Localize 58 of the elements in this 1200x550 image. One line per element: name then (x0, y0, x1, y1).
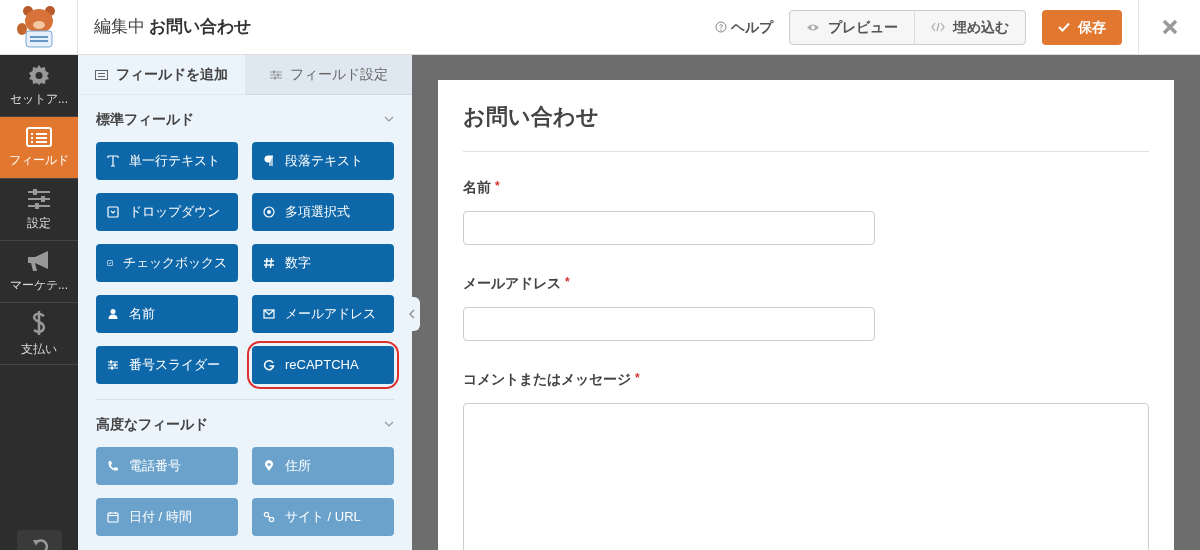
required-asterisk: * (565, 274, 570, 291)
code-icon (931, 22, 945, 32)
gear-icon (28, 63, 50, 86)
checkbox-icon (107, 257, 113, 269)
close-icon[interactable] (1161, 19, 1178, 35)
list-icon (26, 126, 52, 147)
calendar-icon (107, 511, 119, 523)
panel-tab[interactable]: フィールド設定 (245, 55, 412, 95)
hash-icon (263, 257, 275, 269)
help-link[interactable]: ヘルプ (731, 16, 773, 38)
chevron-left-icon (409, 309, 415, 319)
editing-label: 編集中 (94, 16, 145, 39)
eye-icon (806, 22, 820, 32)
g-letter-icon (263, 359, 275, 371)
section-title: 標準フィールド (96, 109, 194, 129)
field-button[interactable]: チェックボックス (96, 244, 238, 282)
chevron-down-icon[interactable] (384, 421, 394, 427)
field-label: メールアドレス (463, 274, 561, 293)
field-button[interactable]: 数字 (252, 244, 394, 282)
phone-icon (107, 460, 119, 472)
check-icon (1058, 22, 1070, 32)
envelope-icon (263, 308, 275, 320)
input-field[interactable] (463, 211, 875, 245)
field-button[interactable]: 多項選択式 (252, 193, 394, 231)
save-button[interactable]: 保存 (1042, 9, 1122, 45)
field-label: 名前 (463, 178, 491, 197)
sliders-icon (269, 69, 282, 80)
sliders-icon (27, 187, 51, 210)
text-cursor-icon (107, 155, 119, 167)
embed-button[interactable]: 埋め込む (915, 10, 1025, 44)
field-label: コメントまたはメッセージ (463, 370, 631, 389)
field-button[interactable]: 名前 (96, 295, 238, 333)
field-button[interactable]: 番号スライダー (96, 346, 238, 384)
link-icon (263, 511, 275, 523)
form-name: お問い合わせ (149, 16, 251, 39)
user-icon (107, 308, 119, 320)
pilcrow-icon (263, 155, 275, 167)
list-icon (95, 69, 108, 80)
undo-icon (31, 538, 48, 550)
dollar-icon (31, 309, 47, 336)
map-pin-icon (263, 460, 275, 472)
required-asterisk: * (635, 370, 640, 387)
chevron-down-icon[interactable] (384, 116, 394, 122)
sliders-icon (107, 359, 119, 371)
field-button[interactable]: ドロップダウン (96, 193, 238, 231)
dropdown-icon (107, 206, 119, 218)
required-asterisk: * (495, 178, 500, 195)
section-title: 高度なフィールド (96, 414, 208, 434)
preview-button[interactable]: プレビュー (790, 10, 915, 44)
help-icon (715, 21, 727, 33)
radio-icon (263, 206, 275, 218)
field-button[interactable]: 段落テキスト (252, 142, 394, 180)
form-title: お問い合わせ (463, 100, 1149, 152)
field-button[interactable]: 単一行テキスト (96, 142, 238, 180)
field-button[interactable]: メールアドレス (252, 295, 394, 333)
input-field[interactable] (463, 307, 875, 341)
field-button[interactable]: reCAPTCHA (252, 346, 394, 384)
nav-item[interactable]: フィールド (0, 117, 78, 179)
